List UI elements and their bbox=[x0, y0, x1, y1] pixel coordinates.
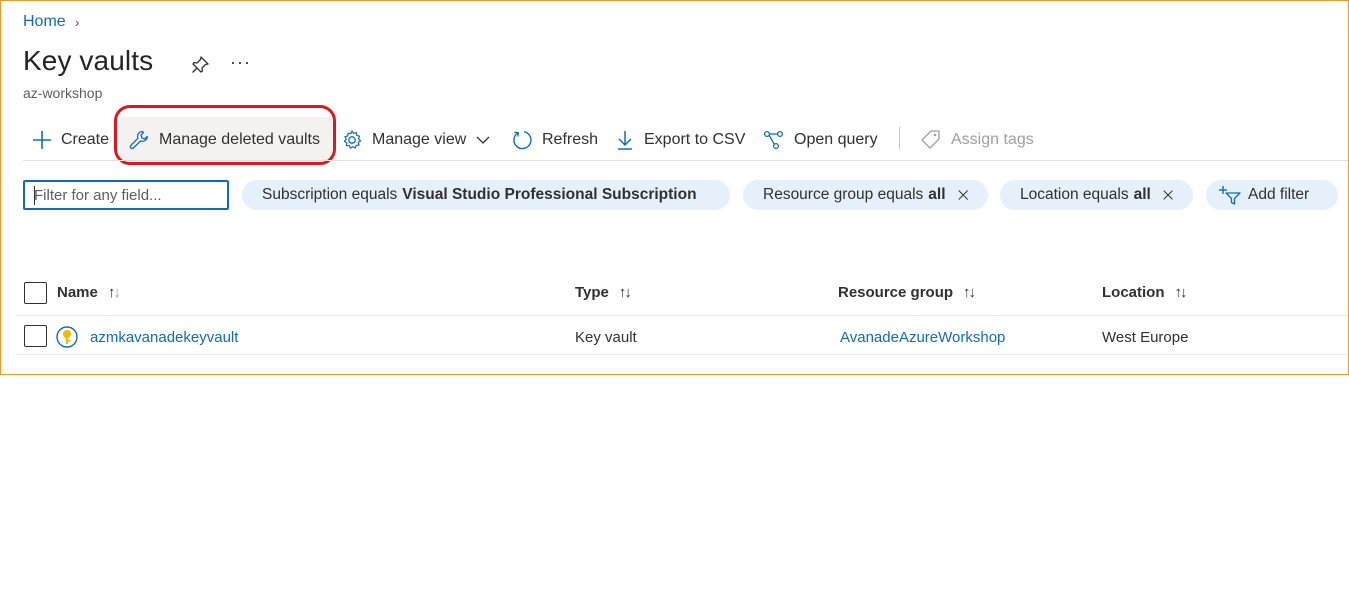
add-filter-label: Add filter bbox=[1248, 186, 1310, 203]
query-icon bbox=[763, 130, 784, 150]
sort-icon: ↑↓ bbox=[963, 284, 976, 301]
column-header-location[interactable]: Location ↑↓ bbox=[1102, 284, 1188, 301]
sort-icon: ↑↓ bbox=[107, 284, 121, 301]
select-all-checkbox[interactable] bbox=[24, 282, 47, 304]
manage-view-button[interactable]: Manage view bbox=[341, 126, 490, 154]
refresh-label: Refresh bbox=[542, 131, 599, 148]
gear-icon bbox=[343, 130, 362, 149]
add-filter-button[interactable]: Add filter bbox=[1206, 180, 1338, 210]
breadcrumb: Home › bbox=[23, 13, 79, 31]
location-filter-value: all bbox=[1133, 186, 1151, 203]
column-header-name[interactable]: Name ↑↓ bbox=[57, 284, 121, 301]
assign-tags-label: Assign tags bbox=[951, 131, 1034, 148]
column-type-label: Type bbox=[575, 284, 609, 301]
subscription-filter-label: Subscription equals bbox=[262, 186, 398, 203]
location-filter-label: Location equals bbox=[1020, 186, 1129, 203]
vault-location: West Europe bbox=[1102, 329, 1189, 346]
manage-view-label: Manage view bbox=[372, 131, 467, 148]
breadcrumb-home-link[interactable]: Home bbox=[23, 13, 66, 31]
export-csv-button[interactable]: Export to CSV bbox=[615, 126, 745, 154]
column-header-resource-group[interactable]: Resource group ↑↓ bbox=[838, 284, 976, 301]
open-query-label: Open query bbox=[794, 131, 878, 148]
column-header-type[interactable]: Type ↑↓ bbox=[575, 284, 632, 301]
add-filter-icon bbox=[1219, 186, 1241, 205]
text-caret bbox=[34, 186, 35, 205]
page-title: Key vaults bbox=[23, 45, 154, 76]
vault-name-link[interactable]: azmkavanadekeyvault bbox=[90, 329, 238, 346]
annotation-highlight bbox=[114, 105, 336, 165]
create-button[interactable]: Create bbox=[32, 126, 109, 154]
row-divider bbox=[16, 354, 1348, 355]
close-icon[interactable] bbox=[957, 188, 968, 202]
column-resource-group-label: Resource group bbox=[838, 284, 954, 301]
column-location-label: Location bbox=[1102, 284, 1165, 301]
assign-tags-button[interactable]: Assign tags bbox=[920, 126, 1034, 154]
close-icon[interactable] bbox=[1163, 188, 1173, 202]
pin-icon[interactable] bbox=[190, 55, 210, 75]
resource-group-filter-label: Resource group equals bbox=[763, 186, 924, 203]
tag-icon bbox=[921, 130, 940, 149]
row-checkbox[interactable] bbox=[24, 325, 47, 347]
filter-input[interactable]: Filter for any field... bbox=[23, 180, 229, 210]
export-csv-label: Export to CSV bbox=[644, 131, 746, 148]
location-filter-pill[interactable]: Location equals all bbox=[1000, 180, 1193, 210]
subscription-filter-value: Visual Studio Professional Subscription bbox=[402, 186, 697, 203]
create-label: Create bbox=[61, 131, 110, 148]
open-query-button[interactable]: Open query bbox=[763, 126, 878, 154]
column-name-label: Name bbox=[57, 284, 98, 301]
header-divider bbox=[16, 315, 1348, 316]
chevron-right-icon: › bbox=[74, 14, 80, 30]
sort-icon: ↑↓ bbox=[1174, 284, 1188, 301]
vault-type: Key vault bbox=[575, 329, 637, 346]
resource-group-link[interactable]: AvanadeAzureWorkshop bbox=[840, 329, 1005, 346]
subscription-filter-pill[interactable]: Subscription equals Visual Studio Profes… bbox=[242, 180, 730, 210]
toolbar-divider bbox=[899, 127, 900, 149]
filter-placeholder: Filter for any field... bbox=[34, 187, 162, 204]
key-vault-icon bbox=[56, 326, 78, 348]
toolbar-separator-line bbox=[23, 160, 1348, 161]
plus-icon bbox=[33, 131, 51, 149]
resource-group-filter-pill[interactable]: Resource group equals all bbox=[743, 180, 988, 210]
sort-icon: ↑↓ bbox=[618, 284, 632, 301]
download-icon bbox=[618, 131, 632, 150]
resource-group-filter-value: all bbox=[928, 186, 946, 203]
refresh-icon bbox=[513, 131, 532, 150]
chevron-down-icon bbox=[476, 136, 490, 144]
more-options-icon[interactable]: ··· bbox=[230, 52, 251, 73]
page-subtitle: az-workshop bbox=[23, 85, 103, 101]
refresh-button[interactable]: Refresh bbox=[511, 126, 598, 154]
